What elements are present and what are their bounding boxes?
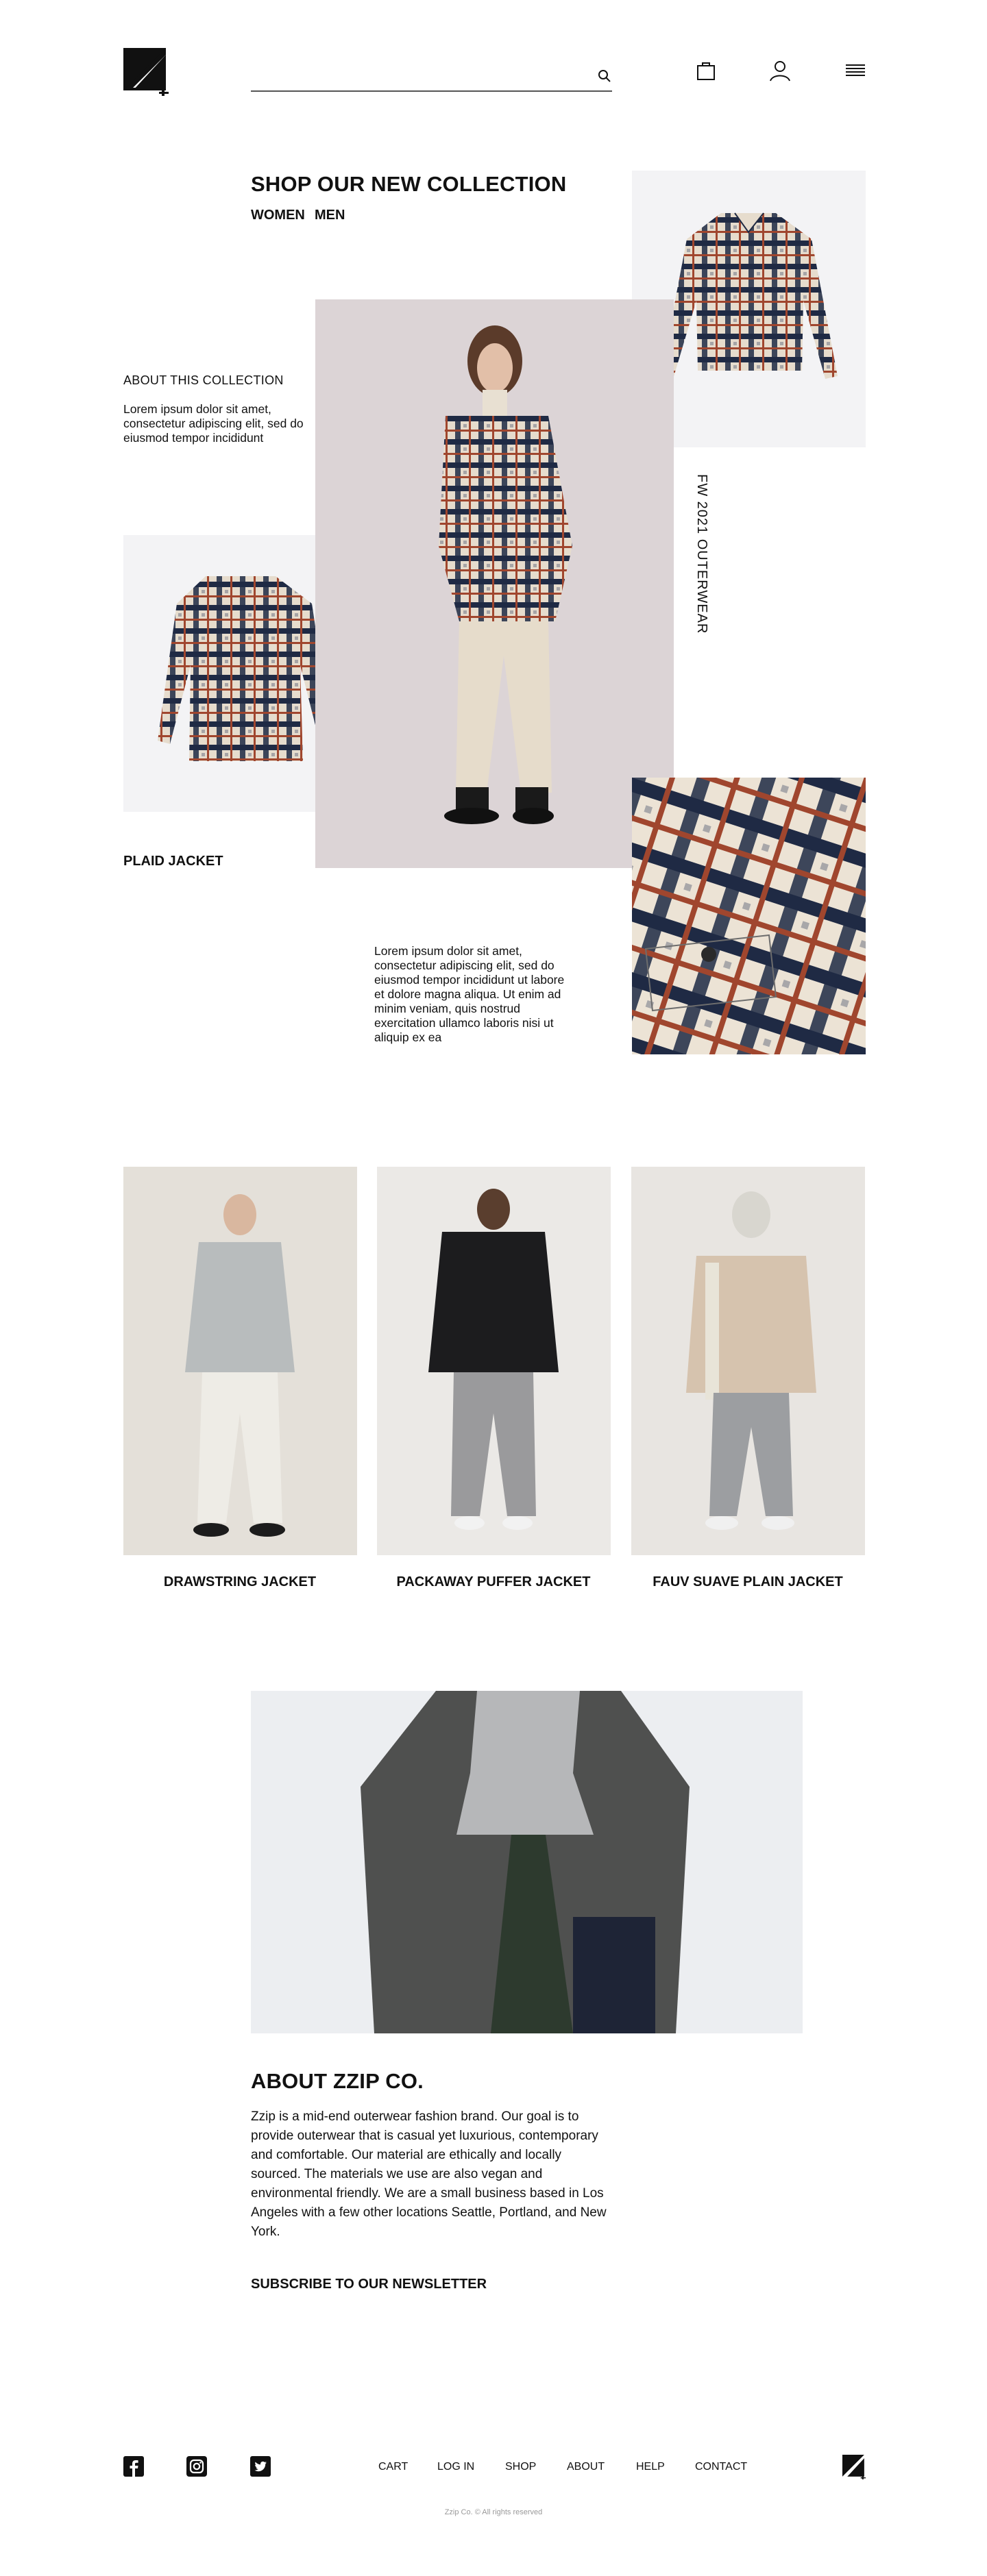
tab-women[interactable]: WOMEN bbox=[251, 208, 305, 223]
footer-link-about[interactable]: ABOUT bbox=[567, 2461, 605, 2473]
bag-icon[interactable] bbox=[694, 59, 718, 82]
product-name-fauv-suave-plain-jacket[interactable]: FAUV SUAVE PLAIN JACKET bbox=[631, 1574, 864, 1590]
product-label-plaid-jacket[interactable]: PLAID JACKET bbox=[123, 854, 223, 869]
logo-icon[interactable] bbox=[123, 48, 171, 96]
footer-link-contact[interactable]: CONTACT bbox=[695, 2461, 747, 2473]
footer-link-shop[interactable]: SHOP bbox=[505, 2461, 536, 2473]
about-collection-text: Lorem ipsum dolor sit amet, consectetur … bbox=[123, 402, 304, 445]
search-input[interactable] bbox=[251, 59, 580, 90]
collection-side-label: FW 2021 OUTERWEAR bbox=[694, 474, 709, 634]
about-text: Zzip is a mid-end outerwear fashion bran… bbox=[251, 2109, 607, 2239]
product-image-drawstring-jacket[interactable] bbox=[123, 1167, 357, 1555]
footer-link-help[interactable]: HELP bbox=[636, 2461, 665, 2473]
product-image-fauv-suave-plain-jacket[interactable] bbox=[631, 1167, 865, 1555]
copyright-text: Zzip Co. © All rights reserved bbox=[444, 2508, 543, 2516]
product-name-packaway-puffer-jacket[interactable]: PACKAWAY PUFFER JACKET bbox=[377, 1574, 610, 1590]
model-plaid-jacket-image[interactable] bbox=[315, 299, 674, 868]
about-collection-heading: ABOUT THIS COLLECTION bbox=[123, 373, 284, 387]
search-icon[interactable] bbox=[597, 69, 612, 84]
product-image-packaway-puffer-jacket[interactable] bbox=[377, 1167, 611, 1555]
product-name-drawstring-jacket[interactable]: DRAWSTRING JACKET bbox=[123, 1574, 356, 1590]
tab-men[interactable]: MEN bbox=[315, 208, 345, 223]
about-hero-image bbox=[251, 1691, 803, 2033]
footer-link-login[interactable]: LOG IN bbox=[437, 2461, 474, 2473]
page-title: SHOP OUR NEW COLLECTION bbox=[251, 172, 567, 196]
footer-logo-icon[interactable] bbox=[842, 2455, 867, 2479]
twitter-icon[interactable] bbox=[250, 2456, 271, 2477]
collection-description: Lorem ipsum dolor sit amet, consectetur … bbox=[374, 944, 565, 1044]
user-icon[interactable] bbox=[768, 59, 792, 82]
instagram-icon[interactable] bbox=[186, 2456, 207, 2477]
facebook-icon[interactable] bbox=[123, 2456, 144, 2477]
about-title: ABOUT ZZIP CO. bbox=[251, 2069, 424, 2093]
plaid-detail-image[interactable] bbox=[632, 778, 866, 1054]
newsletter-link[interactable]: SUBSCRIBE TO OUR NEWSLETTER bbox=[251, 2277, 487, 2292]
menu-icon[interactable] bbox=[844, 59, 867, 82]
footer-link-cart[interactable]: CART bbox=[378, 2461, 408, 2473]
search-bar[interactable] bbox=[251, 59, 612, 92]
